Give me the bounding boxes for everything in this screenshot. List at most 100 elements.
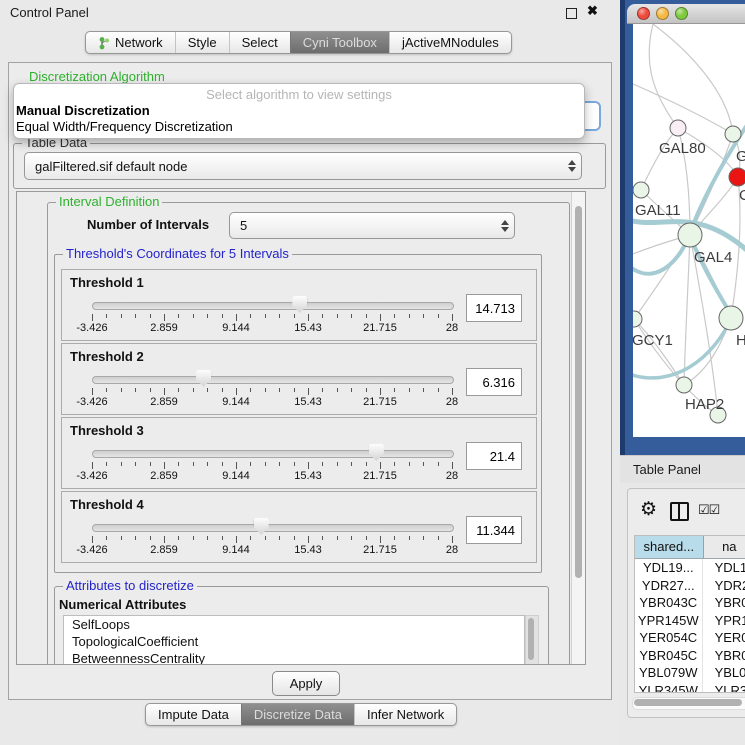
slider-track[interactable]	[92, 376, 454, 384]
table-row[interactable]: YDR27...YDR2	[635, 577, 745, 595]
vertical-scrollbar[interactable]	[571, 192, 585, 664]
cell-name: YBR0	[703, 647, 745, 665]
network-window-edge	[620, 0, 625, 455]
threshold-value-field[interactable]: 14.713	[466, 294, 522, 322]
cell-shared-name: YER054C	[635, 629, 703, 647]
panel-title: Control Panel	[10, 5, 89, 20]
slider-track[interactable]	[92, 302, 454, 310]
node-label: C	[739, 187, 745, 204]
network-node[interactable]	[633, 311, 642, 327]
tick-label: 28	[446, 322, 458, 334]
threshold-label: Threshold 4	[70, 497, 144, 512]
network-canvas[interactable]: GAL80GCGAL11GAL4GCY1HHAP2	[633, 24, 745, 437]
node-label: GAL11	[635, 202, 681, 219]
threshold-value-field[interactable]: 11.344	[466, 516, 522, 544]
thresholds-group: Threshold's Coordinates for 5 Intervals …	[54, 254, 542, 573]
bottom-tab-bar: Impute DataDiscretize Data Infer Network	[145, 703, 457, 726]
tab-cyni-toolbox[interactable]: Cyni Toolbox	[290, 32, 389, 53]
tab-discretize-data[interactable]: Discretize Data	[241, 704, 354, 725]
tick-label: 15.43	[294, 322, 322, 334]
node-label: GAL4	[694, 249, 732, 266]
split-pane-icon[interactable]	[670, 502, 689, 521]
slider-tick-labels: -3.4262.8599.14415.4321.71528	[92, 470, 452, 482]
tab-impute-data[interactable]: Impute Data	[146, 704, 241, 725]
slider-tick-labels: -3.4262.8599.14415.4321.71528	[92, 396, 452, 408]
algorithm-popup-hint: Select algorithm to view settings	[14, 87, 584, 103]
node-label: GCY1	[633, 332, 673, 349]
slider-tick-labels: -3.4262.8599.14415.4321.71528	[92, 322, 452, 334]
attributes-group-title: Attributes to discretize	[63, 579, 197, 593]
column-header-shared-name[interactable]: shared...	[635, 536, 704, 558]
algorithm-option[interactable]: Equal Width/Frequency Discretization	[14, 119, 584, 135]
threshold-label: Threshold 3	[70, 423, 144, 438]
table-rows: YDL19...YDL1YDR27...YDR2YBR043CYBR0YPR14…	[635, 559, 745, 693]
threshold-value-field[interactable]: 6.316	[466, 368, 522, 396]
tick-label: 9.144	[222, 396, 250, 408]
cell-name: YDR2	[703, 577, 745, 595]
network-node[interactable]	[719, 306, 743, 330]
attributes-scrollbar[interactable]	[525, 615, 539, 665]
tick-label: 9.144	[222, 544, 250, 556]
slider-track[interactable]	[92, 450, 454, 458]
slider-thumb[interactable]	[292, 296, 307, 313]
network-window-titlebar	[627, 4, 745, 24]
network-node[interactable]	[676, 377, 692, 393]
cell-name: YBR0	[703, 594, 745, 612]
table-row[interactable]: YBR043CYBR0	[635, 594, 745, 612]
slider-thumb[interactable]	[196, 370, 211, 387]
tick-label: 15.43	[294, 396, 322, 408]
table-row[interactable]: YPR145WYPR1	[635, 612, 745, 630]
horizontal-scrollbar[interactable]	[632, 697, 745, 710]
algorithm-option[interactable]: Manual Discretization	[14, 103, 584, 119]
tab-label: Select	[242, 35, 278, 50]
tab-infer-network[interactable]: Infer Network	[354, 704, 456, 725]
checkbox-icons[interactable]: ☑☑	[698, 502, 719, 518]
network-node[interactable]	[729, 168, 745, 186]
network-node[interactable]	[678, 223, 702, 247]
attribute-item[interactable]: TopologicalCoefficient	[64, 633, 524, 650]
network-node[interactable]	[633, 182, 649, 198]
network-node[interactable]	[670, 120, 686, 136]
node-label: G	[736, 148, 745, 165]
slider-thumb[interactable]	[369, 444, 384, 461]
tab-label: Infer Network	[367, 707, 444, 722]
node-attribute-table[interactable]: shared... na YDL19...YDL1YDR27...YDR2YBR…	[634, 535, 745, 693]
network-node[interactable]	[725, 126, 741, 142]
top-tab-bar: NetworkStyle Select Cyni ToolboxjActiveMNo…	[85, 31, 512, 54]
table-row[interactable]: YBL079WYBL0	[635, 664, 745, 682]
tab-style[interactable]: Style	[175, 32, 229, 53]
tab-select[interactable]: Select	[229, 32, 290, 53]
apply-button[interactable]: Apply	[272, 671, 340, 696]
slider-track[interactable]	[92, 524, 454, 532]
tab-jactivemnodules[interactable]: jActiveMNodules	[389, 32, 511, 53]
threshold-label: Threshold 2	[70, 349, 144, 364]
table-row[interactable]: YER054CYER0	[635, 629, 745, 647]
attribute-item[interactable]: BetweennessCentrality	[64, 650, 524, 665]
close-icon[interactable]: ✖	[587, 3, 598, 19]
mac-close-icon[interactable]	[637, 7, 650, 20]
tick-label: 9.144	[222, 470, 250, 482]
column-header-name[interactable]: na	[704, 536, 745, 558]
threshold-value-field[interactable]: 21.4	[466, 442, 522, 470]
tab-network[interactable]: Network	[86, 32, 175, 53]
numerical-attributes-list[interactable]: SelfLoopsTopologicalCoefficientBetweenne…	[63, 615, 525, 665]
tick-label: 28	[446, 470, 458, 482]
table-data-group: Table Data galFiltered.sif default node	[13, 143, 606, 189]
mac-zoom-icon[interactable]	[675, 7, 688, 20]
node-label: GAL80	[659, 140, 706, 157]
slider-ticks	[92, 314, 452, 322]
mac-minimize-icon[interactable]	[656, 7, 669, 20]
network-window: GAL80GCGAL11GAL4GCY1HHAP2	[620, 0, 745, 455]
attribute-item[interactable]: SelfLoops	[64, 616, 524, 633]
table-row[interactable]: YBR045CYBR0	[635, 647, 745, 665]
slider-ticks	[92, 462, 452, 470]
table-row[interactable]: YLR345WYLR3	[635, 682, 745, 694]
gear-icon[interactable]: ⚙	[640, 498, 657, 521]
number-of-intervals-spinner[interactable]: 5	[229, 212, 515, 239]
tick-label: 15.43	[294, 470, 322, 482]
cell-shared-name: YBL079W	[635, 664, 703, 682]
table-row[interactable]: YDL19...YDL1	[635, 559, 745, 577]
slider-thumb[interactable]	[254, 518, 269, 535]
table-data-combobox[interactable]: galFiltered.sif default node	[24, 152, 582, 180]
float-window-icon[interactable]	[566, 8, 577, 19]
